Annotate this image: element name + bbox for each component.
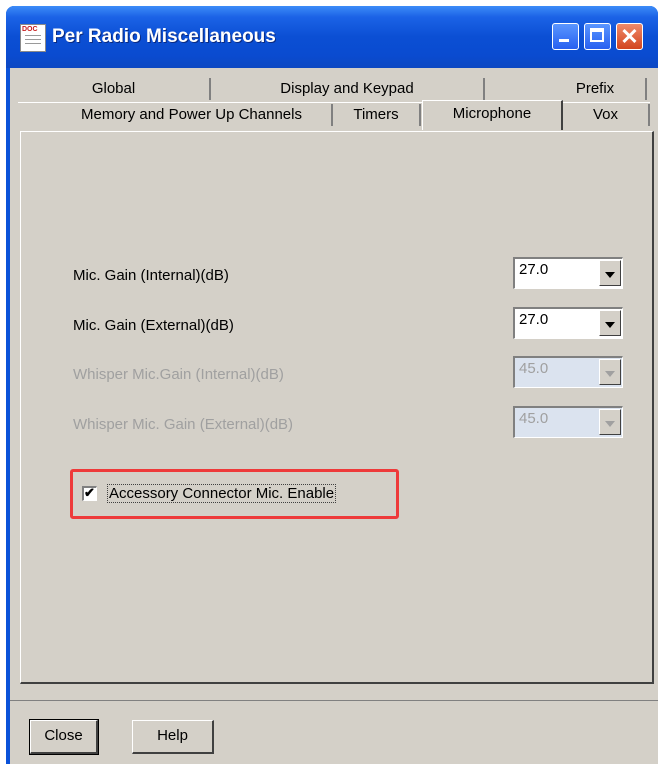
mic-gain-internal-value: 27.0 <box>519 261 549 278</box>
window-title: Per Radio Miscellaneous <box>52 26 276 47</box>
minimize-icon <box>559 39 569 42</box>
chevron-down-icon <box>605 322 615 328</box>
mic-gain-internal-label: Mic. Gain (Internal)(dB) <box>73 267 229 284</box>
dropdown-arrow-button <box>599 409 621 435</box>
mic-gain-internal-select[interactable]: 27.0 <box>513 257 623 289</box>
mic-gain-external-label: Mic. Gain (External)(dB) <box>73 317 234 334</box>
tab-memory-and-power-up-channels[interactable]: Memory and Power Up Channels <box>52 104 333 126</box>
whisper-mic-gain-internal-label: Whisper Mic.Gain (Internal)(dB) <box>73 366 284 383</box>
accessory-mic-enable-label[interactable]: Accessory Connector Mic. Enable <box>107 484 337 503</box>
dialog-client: Global Display and Keypad Prefix Memory … <box>10 68 658 764</box>
whisper-mic-gain-internal-value: 45.0 <box>519 360 549 377</box>
mic-gain-external-select[interactable]: 27.0 <box>513 307 623 339</box>
dropdown-arrow-button[interactable] <box>599 260 621 286</box>
doc-icon: DOC <box>20 24 46 52</box>
chevron-down-icon <box>605 421 615 427</box>
dropdown-arrow-button <box>599 359 621 385</box>
whisper-mic-gain-external-select: 45.0 <box>513 406 623 438</box>
dialog-window: DOC Per Radio Miscellaneous ✕ Global Dis… <box>6 6 658 764</box>
checkmark-icon: ✔ <box>84 485 95 500</box>
tab-prefix[interactable]: Prefix <box>485 78 647 100</box>
dropdown-arrow-button[interactable] <box>599 310 621 336</box>
whisper-mic-gain-internal-select: 45.0 <box>513 356 623 388</box>
whisper-mic-gain-external-value: 45.0 <box>519 410 549 427</box>
doc-icon-text: DOC <box>22 26 38 33</box>
tab-microphone[interactable]: Microphone <box>422 100 563 130</box>
close-icon: ✕ <box>620 24 639 49</box>
title-bar[interactable]: DOC Per Radio Miscellaneous ✕ <box>6 6 658 68</box>
chevron-down-icon <box>605 272 615 278</box>
maximize-button[interactable] <box>584 23 611 50</box>
close-button[interactable]: Close <box>29 719 99 755</box>
close-window-button[interactable]: ✕ <box>616 23 643 50</box>
microphone-panel: Mic. Gain (Internal)(dB) 27.0 Mic. Gain … <box>20 131 654 684</box>
whisper-mic-gain-external-label: Whisper Mic. Gain (External)(dB) <box>73 416 294 433</box>
tab-vox[interactable]: Vox <box>563 104 650 126</box>
accessory-mic-enable-checkbox[interactable]: ✔ <box>82 485 97 501</box>
tab-timers[interactable]: Timers <box>333 104 421 126</box>
tab-global[interactable]: Global <box>18 78 211 100</box>
mic-gain-external-value: 27.0 <box>519 311 549 328</box>
maximize-icon <box>590 28 604 42</box>
chevron-down-icon <box>605 371 615 377</box>
help-button[interactable]: Help <box>132 720 214 754</box>
tab-display-and-keypad[interactable]: Display and Keypad <box>211 78 485 100</box>
minimize-button[interactable] <box>552 23 579 50</box>
